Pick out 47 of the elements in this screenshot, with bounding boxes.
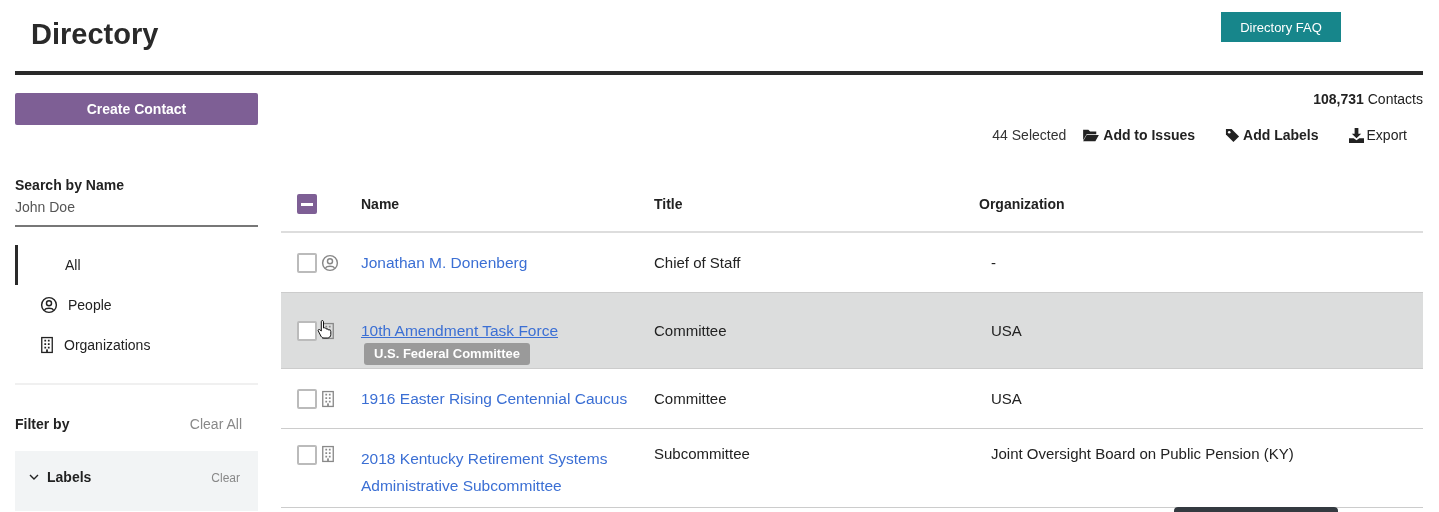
search-label: Search by Name — [15, 177, 125, 193]
column-header[interactable]: Name — [361, 177, 654, 231]
row-checkbox[interactable] — [297, 252, 317, 273]
clear-all-link[interactable]: Clear All — [189, 416, 242, 432]
highlighted-row[interactable]: 10th Amendment Task Force U.S. Federal Committee Committee USA — [281, 293, 1423, 369]
filter-group[interactable]: Labels Clear — [15, 451, 258, 511]
tooltip: U.S. Federal Committee — [364, 343, 530, 365]
person-icon — [40, 296, 58, 314]
row-checkbox[interactable] — [297, 320, 317, 341]
filter-group-label: Labels — [47, 469, 93, 485]
nav-item[interactable]: People — [15, 285, 258, 325]
building-icon — [40, 336, 54, 354]
tag-icon — [1225, 127, 1241, 143]
toolbar-action[interactable]: Export — [1348, 127, 1407, 143]
table-cell-text: Committee — [654, 321, 728, 341]
faq-button[interactable]: Directory FAQ — [1221, 12, 1341, 42]
folder-icon — [1082, 128, 1101, 142]
toolbar-action[interactable]: Add to Issues — [1082, 127, 1196, 143]
building-icon — [321, 389, 335, 408]
building-icon — [321, 445, 335, 463]
nav-item[interactable]: All — [15, 245, 258, 285]
contact-link[interactable]: 10th Amendment Task Force — [361, 317, 558, 344]
contact-link[interactable]: Jonathan M. Donenberg — [361, 249, 528, 276]
table-cell-text: USA — [990, 321, 1023, 341]
contact-link[interactable]: 1916 Easter Rising Centennial Caucus — [361, 385, 628, 412]
column-header[interactable]: Organization — [979, 177, 1423, 231]
download-icon — [1348, 127, 1364, 143]
hand-cursor-icon — [317, 318, 333, 339]
toolbar-action[interactable]: Add Labels — [1225, 127, 1319, 143]
table-cell-text: Joint Oversight Board on Public Pension (KY) — [990, 444, 1295, 464]
contact-count: 108,731 Contacts — [1312, 91, 1423, 107]
column-header[interactable]: Title — [654, 177, 979, 231]
row-checkbox[interactable] — [297, 445, 317, 465]
nav-item[interactable]: Organizations — [15, 325, 258, 365]
person-icon — [321, 253, 339, 272]
contact-link[interactable]: 2018 Kentucky Retirement Systems Administrative Subcommittee — [361, 445, 654, 499]
table-cell-text: - — [990, 253, 997, 273]
filter-title: Filter by — [15, 416, 70, 432]
select-all-checkbox[interactable] — [297, 194, 317, 214]
table-cell-text: Committee — [654, 389, 728, 409]
page-title: Directory — [31, 18, 159, 51]
table-cell-text: Subcommittee — [654, 444, 751, 464]
row-checkbox[interactable] — [297, 388, 317, 409]
table-cell-text: Chief of Staff — [654, 253, 742, 273]
selected-count: 44 Selected — [992, 127, 1067, 143]
table-cell-text: USA — [990, 389, 1023, 409]
create-contact-button[interactable]: Create Contact — [15, 93, 258, 125]
